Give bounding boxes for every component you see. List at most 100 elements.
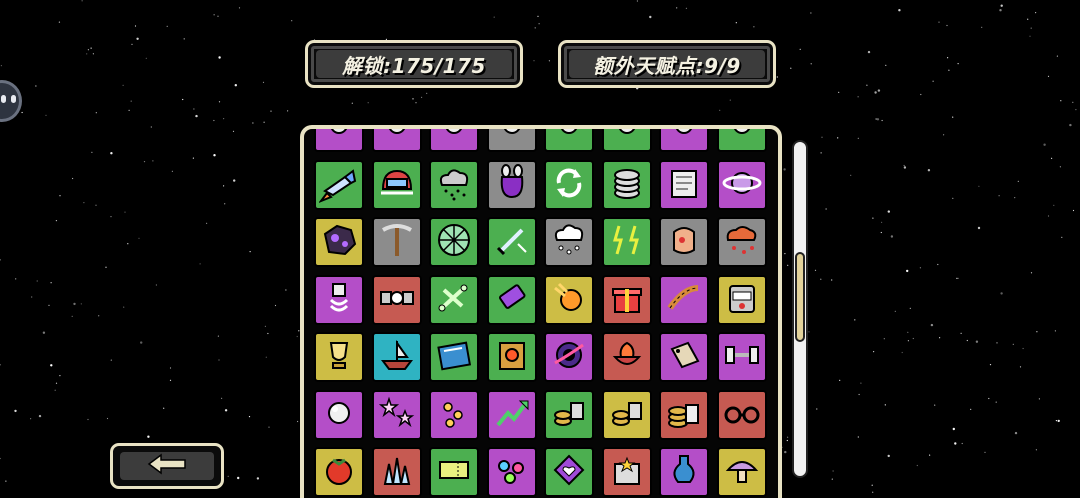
black-hole-icon bbox=[549, 335, 589, 379]
item-tile[interactable] bbox=[429, 129, 479, 152]
item-tile[interactable] bbox=[544, 332, 594, 382]
flesh-icon bbox=[664, 220, 704, 264]
sword-icon bbox=[492, 220, 532, 264]
item-tile[interactable] bbox=[486, 274, 537, 325]
item-tile[interactable] bbox=[659, 447, 709, 497]
item-tile[interactable] bbox=[544, 129, 594, 152]
coin-pile-icon bbox=[664, 393, 704, 437]
item-tile[interactable] bbox=[371, 274, 422, 325]
item-tile[interactable] bbox=[601, 159, 652, 210]
item-tile[interactable] bbox=[429, 447, 479, 497]
item-tile[interactable] bbox=[371, 159, 422, 210]
stars-icon bbox=[377, 393, 417, 437]
pearl-icon bbox=[319, 393, 359, 437]
item-tile[interactable] bbox=[659, 274, 709, 325]
growth-arrow-icon bbox=[492, 393, 532, 437]
scrollbar[interactable] bbox=[792, 140, 808, 478]
coin-bag-icon bbox=[549, 393, 589, 437]
item-tile[interactable] bbox=[716, 274, 767, 325]
item-tile[interactable] bbox=[314, 389, 364, 440]
item-tile[interactable] bbox=[314, 447, 364, 497]
item-tile[interactable] bbox=[716, 129, 767, 152]
partial-icon bbox=[607, 129, 647, 149]
item-tile[interactable] bbox=[314, 159, 364, 210]
item-tile[interactable] bbox=[659, 389, 709, 440]
item-tile[interactable] bbox=[314, 217, 364, 267]
gems-icon bbox=[492, 450, 532, 494]
back-button[interactable] bbox=[110, 443, 224, 489]
item-tile[interactable] bbox=[429, 217, 479, 267]
flame-bowl-icon bbox=[607, 335, 647, 379]
item-tile[interactable] bbox=[486, 217, 537, 267]
item-tile[interactable] bbox=[659, 332, 709, 382]
item-tile[interactable] bbox=[371, 447, 422, 497]
item-tile[interactable] bbox=[429, 389, 479, 440]
crystal-icon bbox=[377, 450, 417, 494]
item-tile[interactable] bbox=[314, 129, 364, 152]
item-tile[interactable] bbox=[429, 274, 479, 325]
item-tile[interactable] bbox=[601, 129, 652, 152]
item-tile[interactable] bbox=[659, 159, 709, 210]
mushroom-icon bbox=[722, 450, 762, 494]
item-tile[interactable] bbox=[314, 274, 364, 325]
pickaxe-icon bbox=[377, 220, 417, 264]
item-tile[interactable] bbox=[716, 159, 767, 210]
item-tile[interactable] bbox=[371, 332, 422, 382]
talent-points-counter: 额外天赋点:9/9 bbox=[558, 40, 776, 88]
item-tile[interactable] bbox=[716, 447, 767, 497]
item-tile[interactable] bbox=[486, 447, 537, 497]
slot-machine-icon bbox=[722, 278, 762, 322]
item-tile[interactable] bbox=[544, 217, 594, 267]
partial-icon bbox=[377, 129, 417, 149]
item-tile[interactable] bbox=[659, 129, 709, 152]
item-tile[interactable] bbox=[486, 332, 537, 382]
item-tile[interactable] bbox=[601, 274, 652, 325]
item-tile[interactable] bbox=[544, 274, 594, 325]
item-tile[interactable] bbox=[429, 332, 479, 382]
battery-icon bbox=[492, 278, 532, 322]
boat-icon bbox=[377, 335, 417, 379]
pouch-icon bbox=[492, 163, 532, 207]
thruster-icon bbox=[318, 163, 359, 207]
spellbook-icon bbox=[492, 335, 532, 379]
planet-icon bbox=[722, 163, 762, 207]
item-tile[interactable] bbox=[314, 332, 364, 382]
tag-icon bbox=[664, 335, 704, 379]
item-tile[interactable] bbox=[601, 389, 652, 440]
item-tile[interactable] bbox=[371, 389, 422, 440]
item-tile[interactable] bbox=[716, 332, 767, 382]
bubble-eye-icon bbox=[1, 95, 6, 103]
bubble-eye-icon bbox=[11, 95, 16, 103]
item-tile[interactable] bbox=[544, 389, 594, 440]
item-tile[interactable] bbox=[486, 159, 537, 210]
item-tile[interactable] bbox=[601, 217, 652, 267]
item-tile[interactable] bbox=[544, 447, 594, 497]
bones-icon bbox=[434, 278, 474, 322]
bolt-icon bbox=[319, 278, 359, 322]
partial-icon bbox=[492, 129, 532, 149]
item-tile[interactable] bbox=[429, 159, 479, 210]
item-tile[interactable] bbox=[486, 129, 537, 152]
ticket-icon bbox=[434, 450, 474, 494]
partial-icon bbox=[664, 129, 704, 149]
item-tile[interactable] bbox=[716, 217, 767, 267]
asteroid-icon bbox=[319, 220, 359, 264]
unlock-counter-label: 解锁:175/175 bbox=[342, 53, 486, 78]
item-tile[interactable] bbox=[601, 447, 652, 497]
meteor-icon bbox=[434, 393, 474, 437]
item-tile[interactable] bbox=[486, 389, 537, 440]
recycle-icon bbox=[549, 163, 589, 207]
coin-bag-icon bbox=[607, 393, 647, 437]
rope-icon bbox=[664, 278, 704, 322]
potion-icon bbox=[664, 450, 704, 494]
scrollbar-thumb[interactable] bbox=[795, 251, 805, 342]
item-tile[interactable] bbox=[659, 217, 709, 267]
partial-icon bbox=[722, 129, 762, 149]
item-tile[interactable] bbox=[371, 217, 422, 267]
snow-cloud-icon bbox=[549, 220, 589, 264]
item-tile[interactable] bbox=[544, 159, 594, 210]
item-tile[interactable] bbox=[601, 332, 652, 382]
item-grid-panel bbox=[300, 125, 782, 498]
item-tile[interactable] bbox=[716, 389, 767, 440]
item-tile[interactable] bbox=[371, 129, 422, 152]
